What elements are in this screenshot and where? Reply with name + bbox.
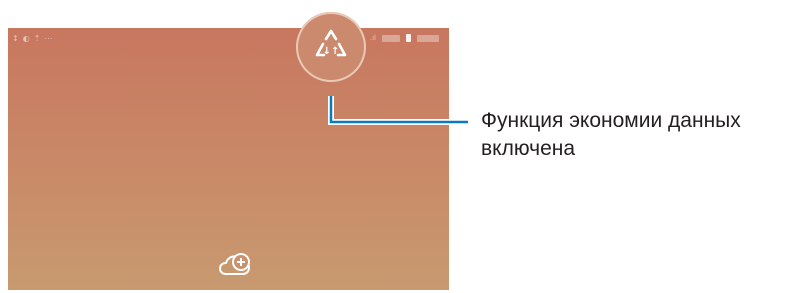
callout-line-1: Функция экономии данных — [481, 109, 741, 132]
callout-line-2: включена — [481, 137, 576, 160]
callout-label: Функция экономии данных включена — [481, 107, 791, 163]
page: ↕ ◐ ⇡ ⋯ .ıl ↓↑ Функция экономии данных в… — [0, 0, 794, 293]
data-saver-icon: ↓↑ — [296, 12, 366, 82]
svg-text:↓↑: ↓↑ — [323, 46, 340, 57]
